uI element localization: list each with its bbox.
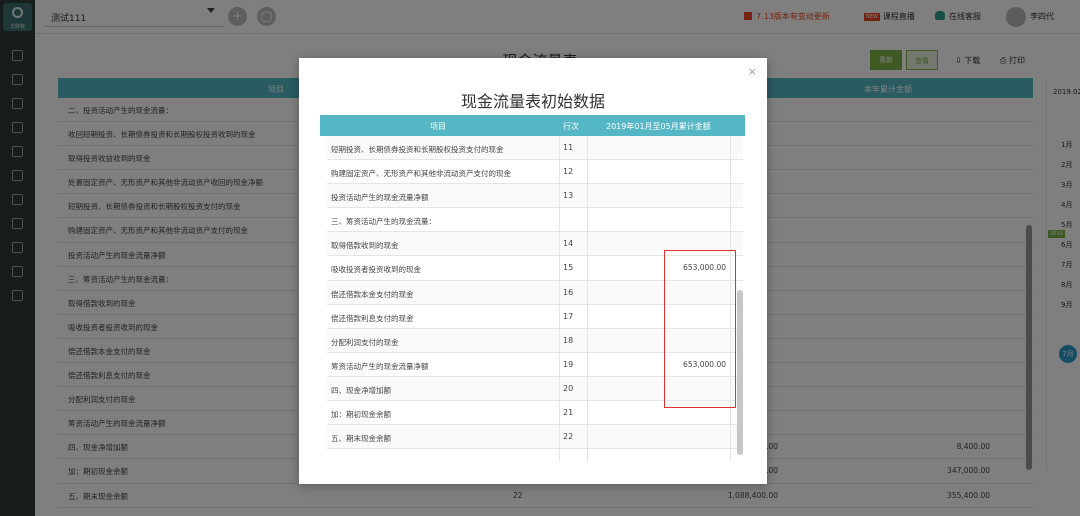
row-no: 17 [563,311,574,321]
row-item: 偿还借款利息支付的现金 [331,313,414,323]
dialog-table-header: 项目 行次 2019年01月至05月累计金额 [320,115,745,136]
row-no: 21 [563,408,574,418]
table-row[interactable]: 五、期末现金余额 22 [327,425,743,450]
row-item: 分配利润支付的现金 [331,337,399,347]
row-item: 吸收投资者投资收到的现金 [331,265,421,275]
header-amount: 2019年01月至05月累计金额 [606,122,711,131]
row-no: 19 [563,359,574,369]
row-no: 15 [563,263,574,273]
table-row[interactable]: 投资活动产生的现金流量净额 13 [327,184,743,209]
row-item: 取得借款收到的现金 [331,241,399,251]
table-row[interactable]: 三、筹资活动产生的现金流量： [327,208,743,233]
row-no: 20 [563,383,574,393]
row-no: 13 [563,191,574,201]
row-no: 16 [563,287,574,297]
row-no: 14 [563,239,574,249]
row-item: 短期投资、长期债券投资和长期股权投资支付的现金 [331,145,504,154]
row-item: 三、筹资活动产生的现金流量： [331,217,436,227]
column-divider [587,136,588,462]
row-item: 四、现金净增加额 [331,385,391,395]
header-line-no: 行次 [563,122,579,131]
row-item: 筹资活动产生的现金流量净额 [331,361,429,371]
table-row[interactable]: 短期投资、长期债券投资和长期股权投资支付的现金 11 [327,136,743,161]
dialog-scrollbar[interactable] [737,290,743,455]
row-item: 投资活动产生的现金流量净额 [331,193,429,203]
row-no: 22 [563,432,574,442]
row-item: 加：期初现金余额 [331,410,391,420]
row-no: 18 [563,335,574,345]
close-icon[interactable]: × [748,65,757,78]
row-no: 11 [563,143,574,152]
header-item: 项目 [430,122,446,131]
table-row[interactable]: 购建固定资产、无形资产和其他非流动资产支付的现金 12 [327,160,743,185]
row-no: 12 [563,167,574,177]
row-item: 偿还借款本金支付的现金 [331,289,414,299]
row-item: 购建固定资产、无形资产和其他非流动资产支付的现金 [331,169,511,179]
row-item: 五、期末现金余额 [331,434,391,444]
initial-data-dialog: × 现金流量表初始数据 项目 行次 2019年01月至05月累计金额 短期投资、… [299,58,767,484]
column-divider [559,136,560,462]
highlight-box [664,250,736,408]
dialog-title: 现金流量表初始数据 [460,92,605,111]
